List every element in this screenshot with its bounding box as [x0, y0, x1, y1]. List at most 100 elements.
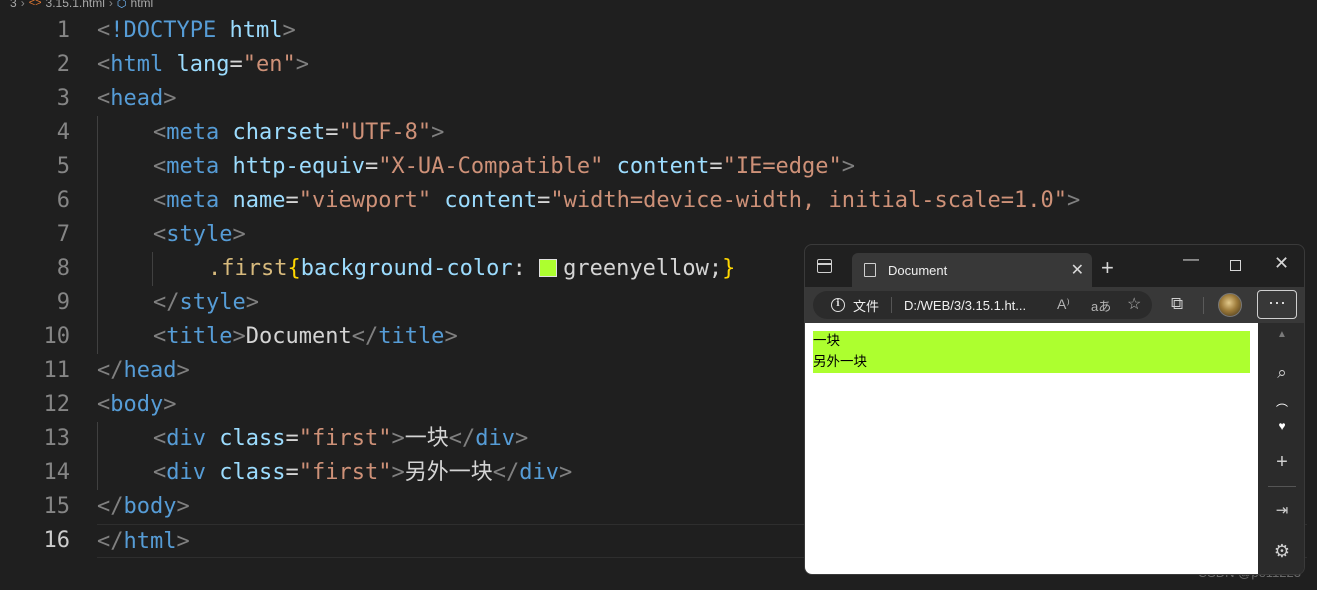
code-line[interactable]: <head> — [97, 82, 1307, 116]
shopping-icon[interactable]: ♥ — [1258, 419, 1304, 433]
token-tag: title — [166, 324, 233, 349]
token-punct: < — [97, 52, 111, 77]
new-tab-button[interactable]: + — [1101, 255, 1114, 281]
token-punct: > — [245, 290, 259, 315]
token-attr: http-equiv — [232, 154, 365, 179]
token-eq: = — [285, 426, 299, 451]
token-string: "X-UA-Compatible" — [378, 154, 604, 179]
code-line[interactable]: <meta charset="UTF-8"> — [97, 116, 1307, 150]
sidebar-divider — [1268, 486, 1296, 487]
maximize-button[interactable] — [1230, 260, 1241, 271]
code-line[interactable]: <!DOCTYPE html> — [97, 14, 1307, 48]
element-box-icon: ⬡ — [116, 0, 127, 10]
color-swatch[interactable] — [539, 259, 558, 277]
tab-document[interactable]: Document ✕ — [852, 253, 1092, 287]
breadcrumb-folder[interactable]: 3 — [10, 0, 17, 10]
settings-icon[interactable]: ⚙ — [1258, 541, 1304, 562]
token-tag: title — [378, 324, 445, 349]
page-viewport[interactable]: 一块 另外一块 — [805, 323, 1258, 574]
token-attr: content — [444, 188, 538, 213]
token-punct: < — [97, 392, 111, 417]
chevron-right-icon: › — [108, 0, 113, 10]
line-number: 10 — [43, 324, 71, 349]
browser-titlebar[interactable]: Document ✕ + — ✕ — [805, 245, 1304, 287]
translate-icon[interactable]: aあ — [1091, 296, 1111, 315]
tab-actions-button[interactable] — [817, 259, 837, 277]
token-tag: head — [123, 358, 177, 383]
token-brace: } — [722, 256, 736, 281]
breadcrumb-element[interactable]: html — [131, 0, 154, 10]
token-punct: > — [232, 222, 246, 247]
info-icon[interactable]: i — [831, 298, 845, 312]
html-file-icon: <> — [28, 0, 42, 9]
indent-guide — [97, 150, 98, 184]
token-eq: = — [709, 154, 723, 179]
profile-avatar[interactable] — [1218, 293, 1242, 317]
add-icon[interactable]: + — [1258, 451, 1304, 474]
search-icon[interactable]: ⌕ — [1258, 363, 1304, 383]
line-number: 3 — [56, 86, 70, 111]
code-line[interactable]: <meta name="viewport" content="width=dev… — [97, 184, 1307, 218]
token-punct: < — [97, 18, 111, 43]
breadcrumb-file[interactable]: 3.15.1.html — [46, 0, 105, 10]
token-tag: meta — [166, 188, 220, 213]
address-divider — [891, 297, 893, 313]
line-number: 6 — [56, 188, 70, 213]
token-attr: lang — [176, 52, 230, 77]
token-punct: > — [176, 494, 190, 519]
favorite-icon[interactable]: ☆ — [1127, 294, 1141, 314]
panel-icon[interactable]: ⇥ — [1258, 501, 1304, 519]
extensions-icon[interactable]: ⧉ — [1171, 294, 1183, 314]
token-punct: > — [391, 426, 405, 451]
indent-guide — [152, 252, 153, 286]
token-punct: > — [163, 86, 177, 111]
token-punct: < — [97, 86, 111, 111]
token-tag: html — [123, 529, 177, 554]
line-number: 4 — [56, 120, 70, 145]
token-punct: < — [153, 426, 167, 451]
token-punct: > — [391, 460, 405, 485]
token-punct: > — [232, 324, 246, 349]
token-string: "width=device-width, initial-scale=1.0" — [550, 188, 1067, 213]
address-bar[interactable]: i 文件 D:/WEB/3/3.15.1.ht... A⁾ aあ ☆ — [813, 291, 1152, 319]
scroll-up-icon[interactable]: ▲ — [1258, 329, 1304, 340]
token-punct: </ — [448, 426, 476, 451]
line-number: 1 — [56, 18, 70, 43]
token-eq: = — [285, 188, 299, 213]
more-options-button[interactable]: ··· — [1257, 290, 1297, 319]
code-line[interactable]: <html lang="en"> — [97, 48, 1307, 82]
line-number-gutter: 1 2 3 4 5 6 7 8 9 10 11 12 13 14 15 16 — [0, 14, 82, 558]
indent-guide — [97, 286, 98, 320]
chevron-right-icon: › — [20, 0, 25, 10]
toolbar-divider — [1203, 297, 1204, 314]
tab-close-button[interactable]: ✕ — [1071, 260, 1084, 280]
token-tag: meta — [166, 120, 220, 145]
window-close-button[interactable]: ✕ — [1274, 253, 1289, 274]
token-punct: </ — [97, 529, 124, 554]
token-string: "first" — [298, 460, 392, 485]
token-css-selector: .first — [208, 256, 288, 281]
token-punct: > — [282, 18, 296, 43]
token-tag: body — [123, 494, 177, 519]
token-punct: < — [153, 120, 167, 145]
token-punct: < — [153, 324, 167, 349]
apps-icon[interactable]: ⌒ — [1258, 401, 1304, 413]
code-line[interactable]: <meta http-equiv="X-UA-Compatible" conte… — [97, 150, 1307, 184]
minimize-button[interactable]: — — [1183, 251, 1199, 269]
read-aloud-icon[interactable]: A⁾ — [1057, 296, 1070, 313]
token-text: 另外一块 — [404, 460, 493, 485]
token-css-property: background-color — [300, 256, 513, 281]
token-punct: </ — [492, 460, 520, 485]
document-icon — [864, 263, 876, 277]
indent-guide — [97, 456, 98, 490]
tab-actions-icon — [817, 259, 832, 273]
token-attr: class — [219, 460, 286, 485]
token-doctype: !DOCTYPE — [110, 18, 217, 43]
token-tag: style — [179, 290, 246, 315]
token-punct: </ — [153, 290, 180, 315]
url-text[interactable]: D:/WEB/3/3.15.1.ht... — [904, 298, 1026, 313]
browser-window[interactable]: Document ✕ + — ✕ i 文件 D:/WEB/3/3.15.1.ht… — [804, 244, 1305, 575]
line-number: 13 — [43, 426, 71, 451]
token-punct: < — [153, 154, 167, 179]
browser-sidebar: ▲ ⌕ ⌒ ♥ + ⇥ ⚙ — [1258, 323, 1304, 574]
